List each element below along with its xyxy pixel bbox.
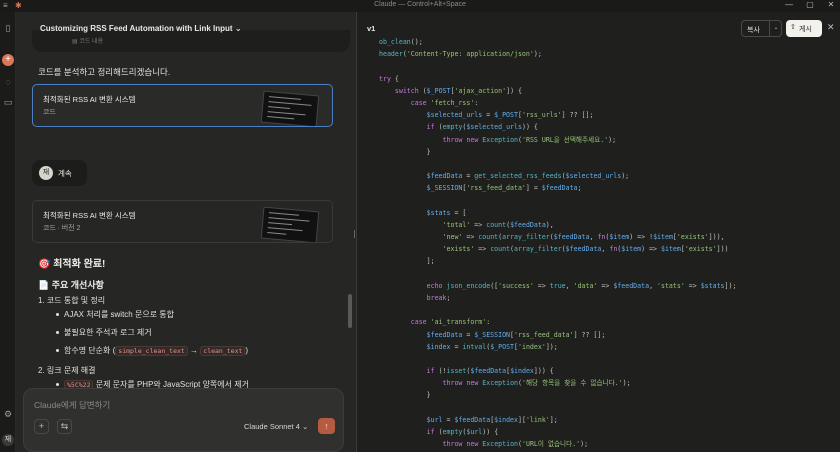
code-line: header('Content-Type: application/json')… xyxy=(379,50,542,59)
window-titlebar: ≡ ✱ Claude — Control+Alt+Space — ▢ ✕ xyxy=(0,0,840,12)
code-line: 'new' => count(array_filter($feedData, f… xyxy=(442,233,725,241)
code-line: case 'fetch_rss': xyxy=(410,98,479,107)
code-line: $selected_urls = $_POST['rss_urls'] ?? [… xyxy=(426,111,594,120)
code-line: $_SESSION['rss_feed_data'] = $feedData; xyxy=(426,184,582,193)
bullet xyxy=(56,383,59,386)
publish-label: 게시 xyxy=(799,26,812,33)
artifact-card-subtitle: 코드 xyxy=(43,109,56,116)
code-line: throw new Exception('URL이 없습니다.'); xyxy=(442,440,589,449)
heading-optimization-done: 🎯 최적화 완료! xyxy=(38,259,106,270)
code-line: $feedData = get_selected_rss_feeds($sele… xyxy=(426,172,630,181)
copy-button[interactable]: 복사 ⌄ xyxy=(741,20,782,37)
user-message-text: 계속 xyxy=(58,169,72,178)
artifact-card-title: 최적화된 RSS AI 변환 시스템 xyxy=(43,95,136,104)
code-line: ob_clean(); xyxy=(379,38,423,46)
section-1-title: 1. 코드 통합 및 정리 xyxy=(38,296,106,305)
share-icon: ⇧ xyxy=(790,24,796,31)
bullet xyxy=(56,313,59,316)
tools-button[interactable]: ⇆ xyxy=(57,419,72,434)
sidebar-toggle-icon[interactable]: ▯ xyxy=(2,22,14,34)
send-button[interactable]: ↑ xyxy=(318,418,335,434)
list-item: AJAX 처리를 switch 문으로 통합 xyxy=(64,310,175,319)
user-avatar: 재 xyxy=(39,166,53,180)
message-input-placeholder[interactable]: Claude에게 답변하기 xyxy=(34,399,110,411)
window-title: Claude — Control+Alt+Space xyxy=(374,1,466,8)
code-line: throw new Exception('RSS URL을 선택해주세요.'); xyxy=(442,135,617,144)
code-line: $url = $feedData[$index]['link']; xyxy=(426,415,558,424)
code-line: $index = intval($_POST['index']); xyxy=(426,342,558,351)
code-line: try { xyxy=(379,74,399,83)
heading-improvements: 📄 주요 개선사항 xyxy=(38,280,104,290)
message-input-box[interactable]: Claude에게 답변하기 + ⇆ Claude Sonnet 4 ⌄ ↑ xyxy=(23,388,344,452)
close-artifact-button[interactable]: ✕ xyxy=(827,22,835,33)
code-line: switch ($_POST['ajax_action']) { xyxy=(394,86,522,95)
attach-button[interactable]: + xyxy=(34,419,49,434)
chats-icon[interactable]: ◌ xyxy=(2,76,14,88)
code-line: if (empty($url)) { xyxy=(426,428,499,436)
code-line: echo json_encode(['success' => true, 'da… xyxy=(426,281,737,290)
chat-scrollbar[interactable] xyxy=(348,294,352,328)
copy-label[interactable]: 복사 xyxy=(747,25,760,35)
section-2-title: 2. 링크 문제 해결 xyxy=(38,366,96,375)
artifact-panel: v1 복사 ⌄ ⇧ 게시 ✕ ob_clean(); header('Conten… xyxy=(357,12,840,452)
code-line: } xyxy=(379,391,431,400)
artifact-card-1[interactable]: 최적화된 RSS AI 변환 시스템 코드 xyxy=(32,84,333,127)
previous-message-text: ▤ 코드 내용 xyxy=(72,39,104,45)
inline-code: simple_clean_text xyxy=(115,346,188,356)
code-line: if (!isset($feedData[$index])) { xyxy=(426,367,554,376)
code-line: break; xyxy=(426,293,451,302)
artifact-version[interactable]: v1 xyxy=(367,24,375,33)
minimize-button[interactable]: — xyxy=(780,0,798,9)
user-avatar[interactable]: 재 xyxy=(2,434,14,446)
code-line: case 'ai_transform': xyxy=(410,318,491,327)
projects-icon[interactable]: ▭ xyxy=(2,96,14,108)
code-line: throw new Exception('해당 항목을 찾을 수 없습니다.')… xyxy=(442,379,631,388)
user-message-bubble: 재 계속 xyxy=(32,160,87,186)
publish-button[interactable]: ⇧ 게시 xyxy=(786,20,822,37)
list-item: 불필요한 주석과 로그 제거 xyxy=(64,328,152,337)
artifact-header: v1 복사 ⌄ ⇧ 게시 ✕ xyxy=(357,12,840,38)
bullet xyxy=(56,331,59,334)
artifact-card-2[interactable]: 최적화된 RSS AI 변환 시스템 코드 ∙ 버전 2 xyxy=(32,200,333,243)
previous-message-bubble: ▤ 코드 내용 xyxy=(32,30,350,52)
chat-title[interactable]: Customizing RSS Feed Automation with Lin… xyxy=(40,24,242,33)
chevron-down-icon[interactable]: ⌄ xyxy=(769,21,782,36)
inline-code: clean_text xyxy=(200,346,246,356)
bullet xyxy=(56,349,59,352)
chat-header: Customizing RSS Feed Automation with Lin… xyxy=(16,12,356,33)
model-selector[interactable]: Claude Sonnet 4 ⌄ xyxy=(244,422,308,431)
code-thumbnail xyxy=(260,90,320,126)
code-line: if (empty($selected_urls)) { xyxy=(426,123,538,132)
code-thumbnail xyxy=(260,206,320,242)
settings-icon[interactable]: ⚙ xyxy=(2,408,14,420)
new-chat-button[interactable]: + xyxy=(2,54,14,66)
code-view[interactable]: ob_clean(); header('Content-Type: applica… xyxy=(379,36,834,450)
chat-panel: ▤ 코드 내용 Customizing RSS Feed Automation … xyxy=(16,12,356,452)
left-rail: ▯ + ◌ ▭ ⚙ 재 xyxy=(0,12,16,452)
code-line: 'total' => count($feedData), xyxy=(442,220,554,229)
artifact-card-subtitle: 코드 ∙ 버전 2 xyxy=(43,225,81,232)
list-item: 함수명 단순화 (simple_clean_text → clean_text) xyxy=(64,346,249,356)
code-line: $stats = [ xyxy=(426,208,467,217)
close-window-button[interactable]: ✕ xyxy=(822,0,840,9)
code-line: } xyxy=(379,147,431,156)
assistant-intro-text: 코드를 분석하고 정리해드리겠습니다. xyxy=(38,67,171,77)
chevron-down-icon: ⌄ xyxy=(234,24,242,33)
artifact-card-title: 최적화된 RSS AI 변환 시스템 xyxy=(43,211,136,220)
code-line: ]; xyxy=(379,257,435,266)
code-line: $feedData = $_SESSION['rss_feed_data'] ?… xyxy=(426,330,606,339)
code-line: 'exists' => count(array_filter($feedData… xyxy=(442,245,729,254)
maximize-button[interactable]: ▢ xyxy=(801,0,819,9)
chevron-down-icon: ⌄ xyxy=(301,422,309,431)
